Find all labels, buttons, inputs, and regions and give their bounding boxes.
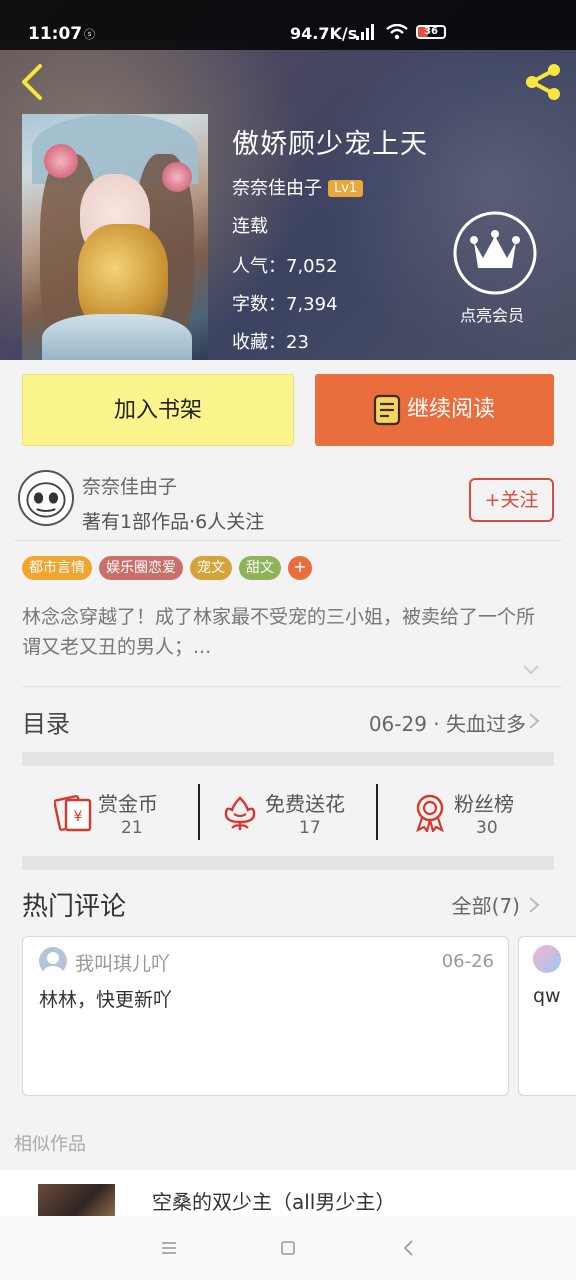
wifi-icon: [386, 24, 408, 40]
book-header: 11:07 ⓢ 94.7K/s 36 傲娇顾少宠上天 奈奈佳由子 Lv1 连载 …: [0, 0, 576, 360]
author-avatar[interactable]: [18, 470, 74, 526]
book-cover[interactable]: [22, 114, 208, 360]
notification-icon: ⓢ: [84, 28, 95, 41]
book-popularity: 人气：7,052: [232, 256, 338, 277]
latest-chapter[interactable]: 06-29 · 失血过多: [369, 708, 526, 737]
book-title: 傲娇顾少宠上天: [232, 129, 428, 160]
share-icon[interactable]: [522, 60, 566, 104]
section-divider: [22, 752, 554, 766]
back-icon[interactable]: [397, 1236, 421, 1260]
tag[interactable]: 娱乐圈恋爱: [99, 556, 183, 580]
back-arrow-icon[interactable]: [14, 60, 54, 104]
continue-reading-button[interactable]: 继续阅读: [315, 374, 554, 446]
book-word-count: 字数：7,394: [232, 294, 338, 315]
comment-text: qw: [533, 985, 561, 1007]
menu-icon[interactable]: [157, 1236, 181, 1260]
stat-value-flower: 17: [299, 818, 321, 838]
author-stats: 著有1部作品·6人关注: [82, 511, 265, 533]
chevron-right-icon[interactable]: [528, 712, 540, 730]
chevron-down-icon[interactable]: [522, 664, 540, 676]
status-time: 11:07: [28, 24, 83, 44]
stat-value-reward: 21: [121, 818, 143, 838]
home-icon[interactable]: [276, 1236, 300, 1260]
book-favorites: 收藏：23: [232, 332, 309, 353]
commenter-avatar[interactable]: [39, 947, 67, 975]
continue-reading-label: 继续阅读: [407, 397, 496, 422]
network-speed: 94.7K/s: [290, 24, 358, 43]
svg-text:¥: ¥: [74, 809, 83, 825]
stat-value-fans: 30: [476, 818, 498, 838]
battery-icon: 36: [416, 25, 446, 39]
signal-icon: [356, 24, 376, 40]
comment-card[interactable]: 我叫琪儿吖 06-26 林林，快更新吖: [22, 936, 509, 1096]
system-nav-bar: [0, 1216, 576, 1280]
commenter-name[interactable]: 我叫琪儿吖: [75, 949, 170, 976]
book-author[interactable]: 奈奈佳由子: [232, 178, 322, 199]
similar-work-cover[interactable]: [38, 1184, 115, 1216]
divider: [22, 686, 562, 687]
separator: [198, 784, 200, 840]
stat-label-flower[interactable]: 免费送花: [265, 788, 345, 817]
tag[interactable]: 宠文: [190, 556, 232, 580]
book-status: 连载: [232, 216, 268, 237]
commenter-avatar[interactable]: [533, 945, 561, 973]
similar-works-label: 相似作品: [14, 1134, 86, 1155]
catalog-label[interactable]: 目录: [22, 704, 70, 739]
chevron-right-icon[interactable]: [528, 896, 540, 914]
more-tags-button[interactable]: +: [288, 556, 312, 580]
similar-work-item[interactable]: 空桑的双少主（all男少主）: [0, 1170, 576, 1216]
level-badge: Lv1: [328, 180, 364, 197]
divider: [14, 540, 562, 541]
follow-button[interactable]: +关注: [469, 478, 554, 522]
separator: [376, 784, 378, 840]
crown-icon[interactable]: [452, 210, 538, 296]
all-comments-link[interactable]: 全部(7): [452, 890, 520, 919]
tag-list: 都市言情 娱乐圈恋爱 宠文 甜文 +: [22, 556, 312, 580]
comments-title: 热门评论: [22, 892, 127, 922]
comment-text: 林林，快更新吖: [39, 989, 173, 1011]
author-name[interactable]: 奈奈佳由子: [82, 472, 177, 499]
stat-label-reward[interactable]: 赏金币: [98, 788, 158, 817]
tag[interactable]: 都市言情: [22, 556, 92, 580]
similar-work-title[interactable]: 空桑的双少主（all男少主）: [152, 1186, 395, 1215]
comment-date: 06-26: [441, 951, 494, 972]
book-author-line[interactable]: 奈奈佳由子 Lv1: [232, 174, 364, 200]
status-bar: 11:07 ⓢ 94.7K/s 36: [0, 0, 576, 50]
comment-card[interactable]: qw: [518, 936, 576, 1096]
synopsis[interactable]: 林念念穿越了！成了林家最不受宠的三小姐，被卖给了一个所谓又老又丑的男人；...: [22, 602, 552, 662]
section-divider: [22, 856, 554, 870]
book-icon: [373, 394, 401, 426]
vip-label[interactable]: 点亮会员: [460, 302, 524, 326]
tag[interactable]: 甜文: [239, 556, 281, 580]
add-to-shelf-button[interactable]: 加入书架: [22, 374, 294, 446]
flower-icon[interactable]: [220, 792, 260, 832]
red-envelope-icon[interactable]: ¥: [54, 792, 94, 832]
stat-label-fans[interactable]: 粉丝榜: [454, 788, 514, 817]
medal-icon[interactable]: [410, 792, 450, 832]
